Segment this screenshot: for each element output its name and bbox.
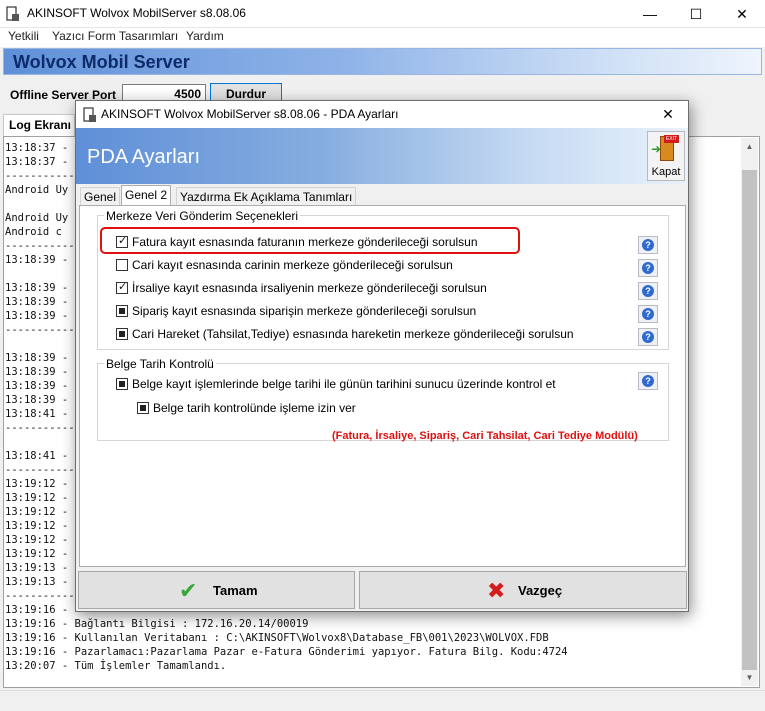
scroll-thumb[interactable] <box>742 170 757 670</box>
main-titlebar: AKINSOFT Wolvox MobilServer s8.08.06 — ☐… <box>0 0 765 28</box>
tab-page-genel-2: Merkeze Veri Gönderim Seçenekleri Fatura… <box>79 205 686 567</box>
log-line: 13:18:39 - <box>5 254 69 266</box>
log-line: 13:18:41 - <box>5 408 69 420</box>
log-line: ------------ <box>5 324 81 336</box>
dialog-close-icon[interactable]: ✕ <box>648 101 688 128</box>
tab-log[interactable]: Log Ekranı <box>3 114 75 136</box>
module-note: (Fatura, İrsaliye, Sipariş, Cari Tahsila… <box>332 430 638 442</box>
log-line: ------------ <box>5 170 81 182</box>
highlight-box <box>100 227 520 254</box>
log-line: Android c <box>5 226 62 238</box>
checkbox-belge-izin[interactable] <box>137 402 149 414</box>
log-line: 13:18:37 - <box>5 142 69 154</box>
vazgec-button[interactable]: ✖ Vazgeç <box>359 571 687 609</box>
log-line: 13:18:39 - <box>5 310 69 322</box>
log-line: 13:18:39 - <box>5 282 69 294</box>
horizontal-scrollbar[interactable] <box>0 690 765 711</box>
log-line: 13:19:12 - <box>5 506 69 518</box>
log-line: 13:19:13 - <box>5 576 69 588</box>
kapat-button[interactable]: EXIT ➜ Kapat <box>647 131 685 181</box>
log-line: Android Uy <box>5 212 69 224</box>
log-line: 13:19:12 - <box>5 534 69 546</box>
log-scrollbar[interactable]: ▲ ▼ <box>741 138 758 686</box>
log-line: 13:19:16 - Kullanılan Veritabanı : C:\AK… <box>5 632 549 644</box>
option-cari-label: Cari kayıt esnasında carinin merkeze gön… <box>132 258 453 272</box>
log-line: 13:19:12 - <box>5 492 69 504</box>
checkbox-siparis[interactable] <box>116 305 128 317</box>
group-merkeze-veri-title: Merkeze Veri Gönderim Seçenekleri <box>104 209 301 223</box>
check-icon: ✔ <box>179 578 198 603</box>
tamam-button[interactable]: ✔ Tamam <box>78 571 355 609</box>
option-cari-hareket-label: Cari Hareket (Tahsilat,Tediye) esnasında… <box>132 327 574 341</box>
app-banner: Wolvox Mobil Server <box>3 48 762 75</box>
exit-sign-icon: EXIT <box>664 135 679 143</box>
log-line: 13:19:12 - <box>5 548 69 560</box>
log-line: 13:20:07 - Tüm İşlemler Tamamlandı. <box>5 660 227 672</box>
log-line: 13:18:37 - <box>5 156 69 168</box>
menu-yazici-form[interactable]: Yazıcı Form Tasarımları <box>52 29 178 43</box>
checkbox-irsaliye[interactable] <box>116 280 128 294</box>
group-belge-tarih-title: Belge Tarih Kontrolü <box>104 357 216 371</box>
scroll-down-icon[interactable]: ▼ <box>741 669 758 686</box>
maximize-button[interactable]: ☐ <box>673 0 719 28</box>
log-line: 13:18:39 - <box>5 394 69 406</box>
minimize-button[interactable]: — <box>627 0 673 28</box>
menu-yardim[interactable]: Yardım <box>186 29 224 43</box>
log-line: 13:19:16 - <box>5 604 69 616</box>
menu-yetkili[interactable]: Yetkili <box>8 29 39 43</box>
app-banner-title: Wolvox Mobil Server <box>13 52 190 72</box>
tab-genel[interactable]: Genel <box>80 187 121 206</box>
kapat-label: Kapat <box>651 166 681 178</box>
log-line: 13:18:39 - <box>5 366 69 378</box>
menu-bar: Yetkili Yazıcı Form Tasarımları Yardım <box>0 28 765 47</box>
checkbox-cari[interactable] <box>116 259 128 271</box>
help-cari-icon[interactable]: ? <box>638 259 658 277</box>
log-line: Android Uy <box>5 184 69 196</box>
scroll-up-icon[interactable]: ▲ <box>741 138 758 155</box>
dialog-titlebar: AKINSOFT Wolvox MobilServer s8.08.06 - P… <box>76 101 688 128</box>
help-siparis-icon[interactable]: ? <box>638 305 658 323</box>
log-line: ------------ <box>5 590 81 602</box>
option-belge-izin-label: Belge tarih kontrolünde işleme izin ver <box>153 401 356 415</box>
option-belge-kontrol-label: Belge kayıt işlemlerinde belge tarihi il… <box>132 377 556 391</box>
log-line: ------------ <box>5 422 81 434</box>
help-belge-kontrol-icon[interactable]: ? <box>638 372 658 390</box>
log-line: 13:19:16 - Pazarlamacı:Pazarlama Pazar e… <box>5 646 568 658</box>
log-line: ------------ <box>5 240 81 252</box>
log-line: ------------ <box>5 464 81 476</box>
log-line: 13:19:12 - <box>5 520 69 532</box>
log-line: 13:19:16 - Bağlantı Bilgisi : 172.16.20.… <box>5 618 309 630</box>
option-siparis-label: Sipariş kayıt esnasında siparişin merkez… <box>132 304 477 318</box>
dialog-heading: PDA Ayarları <box>87 146 201 168</box>
help-irsaliye-icon[interactable]: ? <box>638 282 658 300</box>
log-line: 13:19:12 - <box>5 478 69 490</box>
app-icon <box>6 6 19 21</box>
pda-settings-dialog: AKINSOFT Wolvox MobilServer s8.08.06 - P… <box>75 100 689 612</box>
vazgec-label: Vazgeç <box>518 583 563 598</box>
dialog-banner: PDA Ayarları EXIT ➜ Kapat <box>76 128 688 184</box>
dialog-title: AKINSOFT Wolvox MobilServer s8.08.06 - P… <box>101 107 399 121</box>
log-line: 13:18:41 - <box>5 450 69 462</box>
exit-arrow-icon: ➜ <box>651 142 662 156</box>
close-window-button[interactable]: ✕ <box>719 0 765 28</box>
tab-genel-2[interactable]: Genel 2 <box>121 185 172 207</box>
log-line: 13:18:39 - <box>5 352 69 364</box>
log-line: 13:19:13 - <box>5 562 69 574</box>
cross-icon: ✖ <box>487 578 506 603</box>
help-fatura-icon[interactable]: ? <box>638 236 658 254</box>
log-line: 13:18:39 - <box>5 296 69 308</box>
log-line: 13:18:39 - <box>5 380 69 392</box>
tab-yazdirma[interactable]: Yazdırma Ek Açıklama Tanımları <box>176 187 357 206</box>
checkbox-cari-hareket[interactable] <box>116 328 128 340</box>
option-irsaliye-label: İrsaliye kayıt esnasında irsaliyenin mer… <box>132 281 487 295</box>
help-cari-hareket-icon[interactable]: ? <box>638 328 658 346</box>
main-window-title: AKINSOFT Wolvox MobilServer s8.08.06 <box>27 6 246 20</box>
checkbox-belge-kontrol[interactable] <box>116 378 128 390</box>
tamam-label: Tamam <box>213 583 258 598</box>
dialog-app-icon <box>83 107 96 122</box>
